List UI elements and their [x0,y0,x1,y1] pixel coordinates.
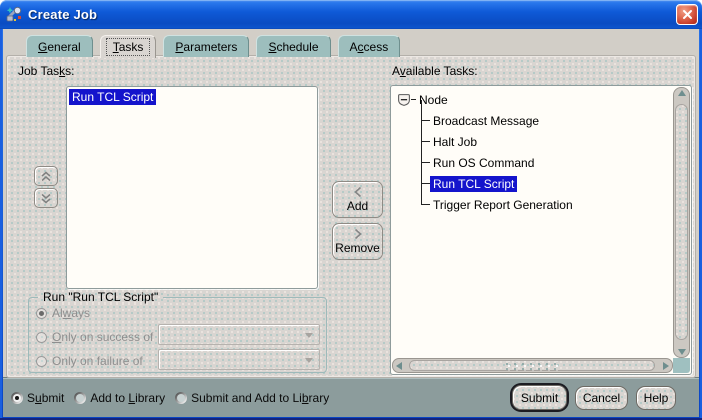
scroll-right-button[interactable] [663,359,669,372]
tab-general-label: General [38,40,81,54]
run-condition-legend: Run "Run TCL Script" [38,290,163,304]
remove-button-label: Remove [335,241,380,255]
radio-only-on-success: Only on success of [36,330,153,344]
dropdown-arrow-icon [305,358,313,363]
close-icon [682,9,693,20]
footer-buttons: Submit Cancel Help [512,378,676,417]
chevron-down-icon [39,193,53,204]
chevron-up-icon [39,171,53,182]
radio-only-on-failure-icon [36,356,47,367]
cancel-button[interactable]: Cancel [575,386,628,410]
app-icon [6,6,23,23]
tabstrip: General Tasks Parameters Schedule Access [26,35,400,57]
failure-of-combo [158,349,320,370]
tree-item-broadcast-message[interactable]: Broadcast Message [392,110,673,131]
move-down-button[interactable] [34,188,58,208]
tab-access[interactable]: Access [338,35,401,57]
job-tasks-label: Job Tasks: [18,64,74,78]
titlebar[interactable]: Create Job [0,0,702,29]
tree-item-label[interactable]: Run TCL Script [430,176,517,192]
tab-parameters-label: Parameters [175,40,237,54]
cancel-button-label: Cancel [583,391,620,405]
job-tasks-list-item[interactable]: Run TCL Script [69,89,156,105]
tab-parameters[interactable]: Parameters [163,35,249,57]
submit-mode-radios: Submit Add to Library Submit and Add to … [11,378,329,417]
horizontal-scrollbar[interactable] [392,358,673,373]
horizontal-scroll-thumb[interactable] [409,360,655,371]
dropdown-arrow-icon [305,333,313,338]
chevron-left-icon [353,186,363,198]
run-condition-group: Run "Run TCL Script" Always Only on succ… [28,297,327,373]
radio-submit-icon[interactable] [11,392,23,404]
radio-only-on-failure-label: Only on failure of [52,354,143,368]
tree-item-run-os-command[interactable]: Run OS Command [392,152,673,173]
tree-item-halt-job[interactable]: Halt Job [392,131,673,152]
scroll-up-button[interactable] [674,90,689,96]
arrow-right-icon [663,362,669,370]
scroll-left-button[interactable] [396,359,402,372]
footer-bar: Submit Add to Library Submit and Add to … [3,377,699,417]
job-tasks-list[interactable]: Run TCL Script [66,86,318,289]
submit-button[interactable]: Submit [512,385,567,410]
available-tasks-tree: Node Broadcast Message Halt Job Run OS C… [390,85,692,375]
tree-content[interactable]: Node Broadcast Message Halt Job Run OS C… [392,87,673,358]
move-up-button[interactable] [34,166,58,186]
tree-collapse-icon[interactable] [397,93,411,107]
tree-item-label[interactable]: Trigger Report Generation [430,197,576,213]
tab-tasks-label: Tasks [106,38,151,56]
close-button[interactable] [676,4,698,25]
tree-item-label[interactable]: Halt Job [430,134,480,150]
scrollbar-corner [673,358,690,373]
radio-add-to-library-icon[interactable] [74,392,86,404]
dialog-body: General Tasks Parameters Schedule Access… [3,29,699,417]
radio-submit[interactable]: Submit [11,391,64,405]
radio-always-label: Always [52,306,90,320]
radio-only-on-success-label: Only on success of [52,330,153,344]
tab-schedule[interactable]: Schedule [256,35,330,57]
window-frame: Create Job General Tasks Parameters Sche… [0,0,702,420]
tree-item-run-tcl-script[interactable]: Run TCL Script [392,173,673,194]
arrow-up-icon [678,90,686,96]
tab-schedule-label: Schedule [268,40,318,54]
chevron-right-icon [353,228,363,240]
tree-item-label[interactable]: Broadcast Message [430,113,542,129]
radio-submit-and-add-icon[interactable] [175,392,187,404]
success-of-combo [158,324,320,345]
arrow-left-icon [396,362,402,370]
radio-always: Always [36,306,90,320]
tab-access-label: Access [350,40,389,54]
arrow-down-icon [678,349,686,355]
window-title: Create Job [28,7,97,22]
vertical-scroll-thumb[interactable] [675,104,688,340]
radio-submit-and-add-label: Submit and Add to Library [191,391,329,405]
radio-submit-label: Submit [27,391,64,405]
radio-add-to-library-label: Add to Library [90,391,165,405]
add-button[interactable]: Add [332,181,383,218]
remove-button[interactable]: Remove [332,223,383,260]
vertical-scrollbar[interactable] [673,87,690,358]
scroll-down-button[interactable] [674,349,689,355]
tree-item-label[interactable]: Run OS Command [430,155,537,171]
thumb-grip [503,361,561,370]
tab-general[interactable]: General [26,35,93,57]
help-button-label: Help [644,391,669,405]
radio-only-on-success-icon [36,332,47,343]
help-button[interactable]: Help [636,386,676,410]
add-button-label: Add [347,199,368,213]
tab-content-panel: Job Tasks: Run TCL Script [7,56,695,377]
radio-only-on-failure: Only on failure of [36,354,143,368]
tree-item-trigger-report-generation[interactable]: Trigger Report Generation [392,194,673,215]
tree-node-root[interactable]: Node [392,89,673,110]
submit-button-label: Submit [521,391,558,405]
available-tasks-label: Available Tasks: [392,64,478,78]
radio-submit-and-add[interactable]: Submit and Add to Library [175,391,329,405]
radio-add-to-library[interactable]: Add to Library [74,391,165,405]
tab-tasks[interactable]: Tasks [100,35,157,58]
radio-always-icon [36,308,47,319]
